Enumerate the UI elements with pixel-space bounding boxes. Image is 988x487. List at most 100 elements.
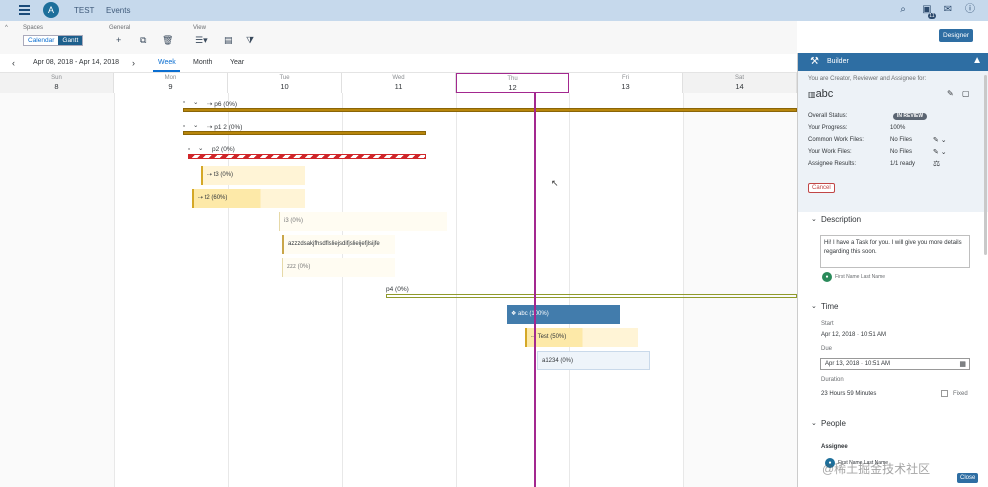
assignee-results-label: Assignee Results: (808, 161, 857, 167)
panel-scrollbar[interactable] (984, 75, 987, 255)
author-avatar: ● (822, 272, 832, 282)
status-badge: IN REVIEW (893, 113, 928, 120)
designer-button[interactable]: Designer (939, 29, 974, 42)
space-switch: Calendar Gantt (23, 35, 84, 46)
grid-line (569, 93, 570, 487)
grid-line (456, 93, 457, 487)
due-field[interactable]: Apr 13, 2018 · 10:51 AM ▦ (820, 358, 970, 370)
progress-value: 100% (890, 125, 906, 131)
notification-badge: 11 (927, 13, 936, 19)
delete-icon[interactable]: 🗑 (162, 35, 173, 46)
notifications-icon[interactable]: ▣ 11 (921, 4, 936, 19)
gantt-bar-p6[interactable] (183, 108, 797, 112)
edit-icon[interactable]: ✎ (947, 89, 954, 98)
your-files-value: No Files (890, 149, 913, 155)
tab-week[interactable]: Week (158, 59, 176, 66)
app-title: TEST (74, 6, 95, 15)
gantt-button[interactable]: Gantt (58, 36, 83, 45)
weekend-column (0, 93, 114, 487)
assignee-results-value: 1/1 ready (890, 161, 916, 167)
duration-label: Duration (821, 377, 844, 383)
gantt-task[interactable]: zzz (0%) (282, 258, 395, 277)
tools-icon: ⚒ (810, 56, 819, 67)
row-checkbox[interactable]: ▫ (183, 99, 185, 106)
chevron-down-icon[interactable]: ⌄ (811, 302, 817, 310)
gantt-task[interactable]: ⇢ t2 (60%) (192, 189, 305, 208)
spaces-label: Spaces (23, 25, 44, 31)
day-header: Tue 10 (228, 73, 342, 93)
progress-label: Your Progress: (808, 125, 848, 131)
chevron-down-icon[interactable]: ⌄ (811, 215, 817, 223)
fixed-checkbox[interactable] (941, 390, 948, 397)
your-files-label: Your Work Files: (808, 149, 852, 155)
day-header: Mon 9 (114, 73, 228, 93)
description-field[interactable]: Hi! I have a Task for you. I will give y… (820, 235, 970, 268)
gantt-task[interactable]: i3 (0%) (279, 212, 447, 231)
grid-line (683, 93, 684, 487)
row-checkbox[interactable]: ▫ (183, 123, 185, 130)
gantt-bar-p1-2[interactable] (183, 131, 426, 135)
copy-icon[interactable]: ⧉ (140, 35, 146, 46)
people-title[interactable]: People (821, 419, 846, 428)
shell-bar: A TEST Events ⌕ ▣ 11 ✉ ⓘ (0, 0, 988, 21)
gantt-task[interactable]: ⇢ Test (50%) (525, 328, 638, 347)
grid-line (342, 93, 343, 487)
date-range: Apr 08, 2018 - Apr 14, 2018 (33, 59, 120, 66)
gantt-bar-p2[interactable] (188, 154, 426, 159)
gantt-row-label[interactable]: p2 (0%) (212, 146, 235, 153)
general-label: General (109, 25, 131, 31)
gantt-row-label[interactable]: ⇢ p6 (0%) (207, 100, 237, 108)
gantt-task-selected[interactable]: ❖ abc (100%) (507, 305, 620, 324)
author-name: First Name Last Name (835, 274, 886, 280)
calendar-icon[interactable]: ▤ (224, 35, 233, 46)
day-header: Sun 8 (0, 73, 114, 93)
gantt-row-label[interactable]: p4 (0%) (386, 286, 409, 293)
avatar[interactable]: A (43, 2, 59, 18)
chevron-down-icon[interactable]: ⌄ (811, 419, 817, 427)
gantt-task[interactable]: ⇢ t3 (0%) (201, 166, 305, 185)
close-button[interactable]: Close (957, 473, 979, 483)
previous-icon[interactable]: ‹ (12, 58, 15, 68)
view-label: View (193, 25, 206, 31)
layout-icon[interactable]: ☰▾ (195, 35, 208, 46)
cancel-button[interactable]: Cancel (808, 183, 835, 193)
chevron-down-icon[interactable]: ⌄ (193, 98, 198, 106)
gantt-task[interactable]: a1234 (0%) (537, 351, 650, 370)
next-icon[interactable]: › (132, 58, 135, 68)
chat-icon[interactable]: ✉ (942, 4, 954, 16)
gantt-row-label[interactable]: ⇢ p1 2 (0%) (207, 123, 242, 131)
start-value: Apr 12, 2018 · 10:51 AM (821, 332, 887, 338)
results-icon[interactable]: ⚖ (933, 159, 940, 168)
search-icon[interactable]: ⌕ (897, 4, 909, 16)
add-icon[interactable]: + (116, 35, 121, 46)
edit-files-icon[interactable]: ✎ ⌄ (933, 136, 947, 144)
builder-icon[interactable]: ▲ (972, 55, 982, 66)
day-header: Wed 11 (342, 73, 456, 93)
menu-icon[interactable] (19, 5, 30, 15)
comment-icon[interactable]: ▢ (962, 89, 970, 98)
common-files-value: No Files (890, 137, 913, 143)
filter-icon[interactable]: ⧩ (246, 35, 254, 46)
chevron-down-icon[interactable]: ⌄ (198, 144, 203, 152)
chevron-down-icon[interactable]: ⌄ (193, 121, 198, 129)
edit-my-files-icon[interactable]: ✎ ⌄ (933, 148, 947, 156)
gantt-bar-p4[interactable] (386, 294, 797, 298)
weekend-column (683, 93, 797, 487)
collapse-icon[interactable]: ^ (5, 25, 8, 31)
description-title[interactable]: Description (821, 215, 861, 224)
duration-value: 23 Hours 59 Minutes (821, 391, 877, 397)
fixed-label: Fixed (953, 391, 968, 397)
gantt-task[interactable]: azzzdsakjfhsdflsliejsdifjslieijefjlsijfe (282, 235, 395, 254)
row-checkbox[interactable]: ▫ (188, 146, 190, 153)
task-name: ▥abc (808, 88, 834, 100)
date-navigation: ‹ Apr 08, 2018 - Apr 14, 2018 › Week Mon… (0, 54, 797, 73)
tab-month[interactable]: Month (193, 59, 212, 66)
cursor-icon: ↖ (551, 178, 559, 188)
day-header: Sat 14 (683, 73, 797, 93)
help-icon[interactable]: ⓘ (964, 4, 976, 16)
time-title[interactable]: Time (821, 302, 838, 311)
tab-indicator (153, 70, 180, 72)
calendar-button[interactable]: Calendar (24, 36, 59, 45)
tab-year[interactable]: Year (230, 59, 244, 66)
panel-titlebar: ⚒ Builder ▲ (798, 53, 988, 71)
